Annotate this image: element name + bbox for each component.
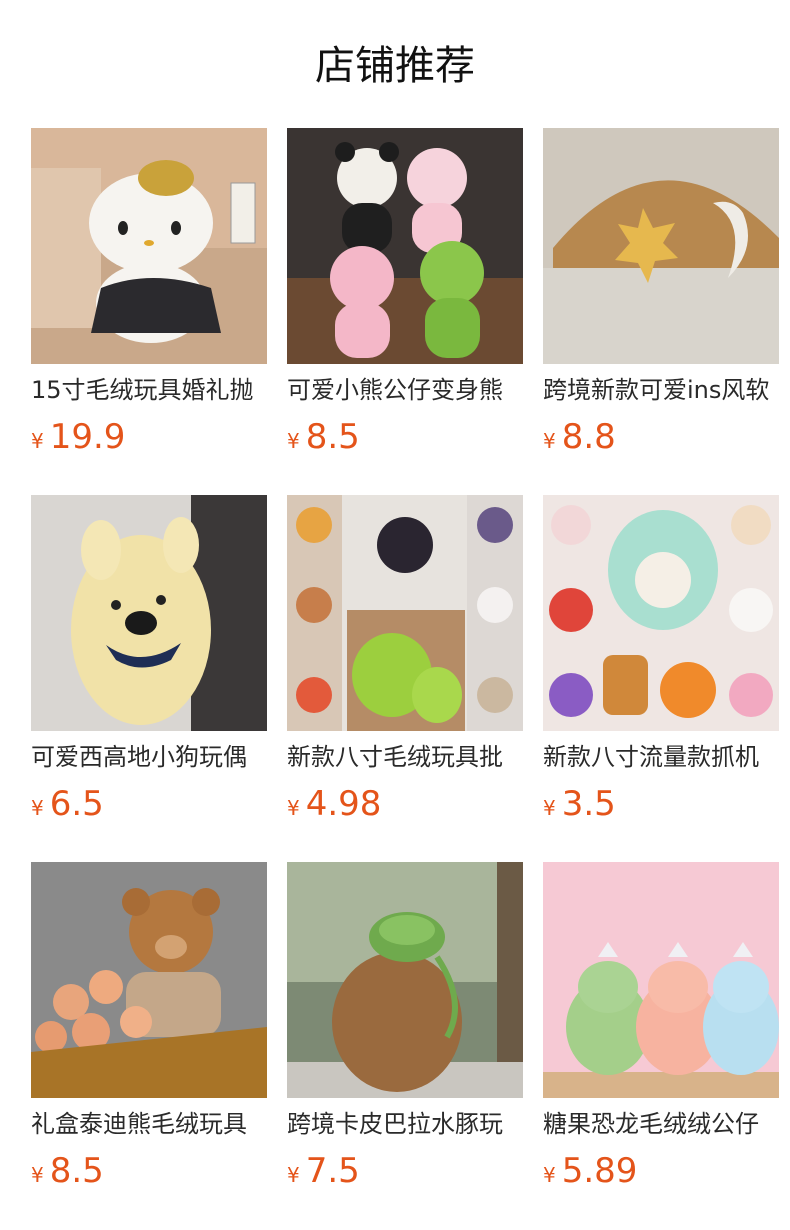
product-card[interactable]: 可爱小熊公仔变身熊 ¥8.5 <box>287 128 523 468</box>
product-image-costume-bear-plush[interactable] <box>287 128 523 364</box>
product-image-candy-dinosaur-plush[interactable] <box>543 862 779 1098</box>
product-image-character-collage[interactable] <box>543 495 779 731</box>
product-name[interactable]: 跨境卡皮巴拉水豚玩 <box>287 1106 523 1142</box>
product-image-sun-moon-plush[interactable] <box>543 128 779 364</box>
product-image-teddy-bear-roses[interactable] <box>31 862 267 1098</box>
product-card[interactable]: 可爱西高地小狗玩偶 ¥6.5 <box>31 495 267 835</box>
product-name[interactable]: 礼盒泰迪熊毛绒玩具 <box>31 1106 267 1142</box>
product-image-hello-kitty-plush[interactable] <box>31 128 267 364</box>
product-price: ¥4.98 <box>287 784 382 824</box>
product-card[interactable]: 跨境卡皮巴拉水豚玩 ¥7.5 <box>287 862 523 1202</box>
product-price: ¥8.5 <box>31 1151 104 1191</box>
product-price: ¥6.5 <box>31 784 104 824</box>
product-name[interactable]: 新款八寸流量款抓机 <box>543 739 779 775</box>
product-name[interactable]: 可爱西高地小狗玩偶 <box>31 739 267 775</box>
product-price: ¥5.89 <box>543 1151 638 1191</box>
product-price: ¥8.8 <box>543 417 616 457</box>
product-name[interactable]: 跨境新款可爱ins风软 <box>543 372 779 408</box>
section-title: 店铺推荐 <box>315 43 475 89</box>
product-card[interactable]: 15寸毛绒玩具婚礼抛 ¥19.9 <box>31 128 267 468</box>
product-card[interactable]: 新款八寸毛绒玩具批 ¥4.98 <box>287 495 523 835</box>
product-name[interactable]: 新款八寸毛绒玩具批 <box>287 739 523 775</box>
product-image-capybara-turtle-plush[interactable] <box>287 862 523 1098</box>
product-image-westie-dog-plush[interactable] <box>31 495 267 731</box>
product-name[interactable]: 糖果恐龙毛绒绒公仔 <box>543 1106 779 1142</box>
product-name[interactable]: 可爱小熊公仔变身熊 <box>287 372 523 408</box>
product-card[interactable]: 新款八寸流量款抓机 ¥3.5 <box>543 495 779 835</box>
product-image-capybara-collage[interactable] <box>287 495 523 731</box>
product-price: ¥7.5 <box>287 1151 360 1191</box>
product-card[interactable]: 跨境新款可爱ins风软 ¥8.8 <box>543 128 779 468</box>
product-name[interactable]: 15寸毛绒玩具婚礼抛 <box>31 372 267 408</box>
product-price: ¥19.9 <box>31 417 126 457</box>
product-price: ¥8.5 <box>287 417 360 457</box>
product-card[interactable]: 礼盒泰迪熊毛绒玩具 ¥8.5 <box>31 862 267 1202</box>
product-price: ¥3.5 <box>543 784 616 824</box>
product-card[interactable]: 糖果恐龙毛绒绒公仔 ¥5.89 <box>543 862 779 1202</box>
